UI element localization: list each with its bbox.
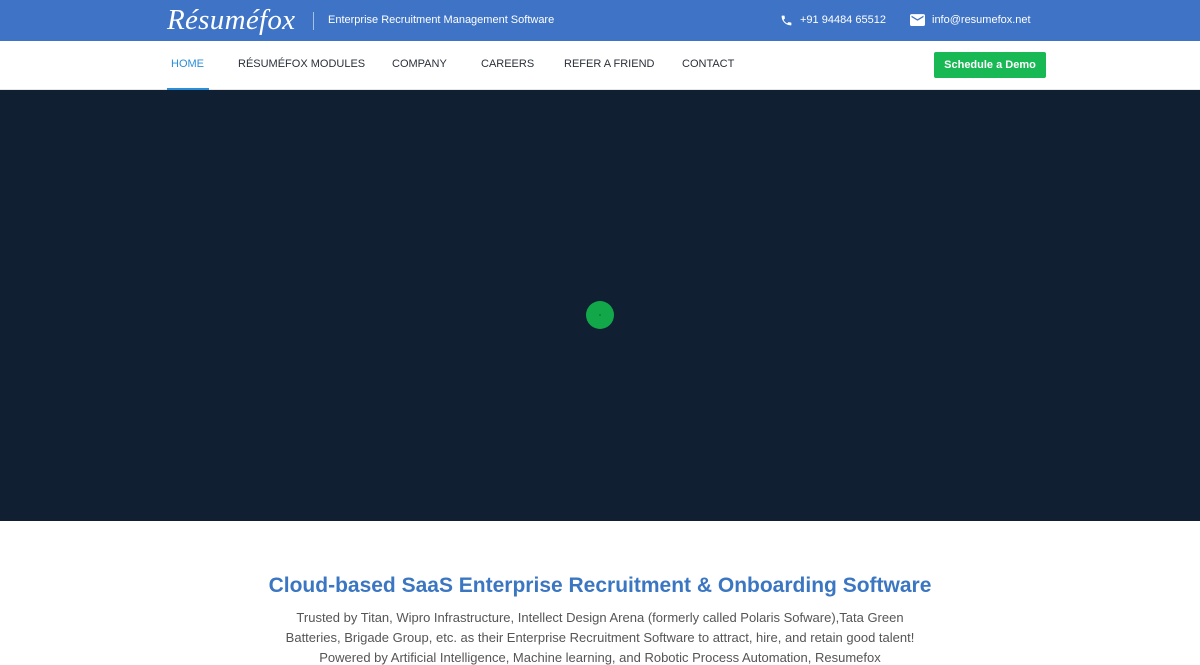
intro-body: Trusted by Titan, Wipro Infrastructure, …: [285, 610, 915, 665]
divider: [313, 12, 314, 30]
nav-item-refer-a-friend[interactable]: REFER A FRIEND: [564, 41, 654, 90]
nav-item-home[interactable]: HOME: [167, 41, 209, 90]
main-nav: HOME RÉSUMÉFOX MODULES COMPANY CAREERS R…: [0, 41, 1200, 90]
hero-banner: [0, 90, 1200, 521]
loading-spinner-icon: [586, 301, 614, 329]
spinner-dot: [599, 314, 601, 316]
tagline: Enterprise Recruitment Management Softwa…: [328, 14, 555, 26]
email-address: info@resumefox.net: [932, 14, 1031, 26]
email-contact[interactable]: info@resumefox.net: [910, 13, 1031, 27]
nav-item-careers[interactable]: CAREERS: [481, 41, 534, 90]
intro-title: Cloud-based SaaS Enterprise Recruitment …: [268, 574, 932, 597]
envelope-icon: [910, 14, 925, 26]
phone-contact[interactable]: +91 94484 65512: [780, 13, 886, 27]
phone-number: +91 94484 65512: [800, 14, 886, 26]
top-bar: Résuméfox Enterprise Recruitment Managem…: [0, 0, 1200, 41]
nav-item-company[interactable]: COMPANY: [392, 41, 447, 90]
logo[interactable]: Résuméfox: [167, 3, 295, 37]
schedule-demo-button[interactable]: Schedule a Demo: [934, 52, 1046, 78]
phone-icon: [780, 14, 793, 27]
nav-item-contact[interactable]: CONTACT: [682, 41, 734, 90]
nav-item-modules[interactable]: RÉSUMÉFOX MODULES: [238, 41, 365, 90]
